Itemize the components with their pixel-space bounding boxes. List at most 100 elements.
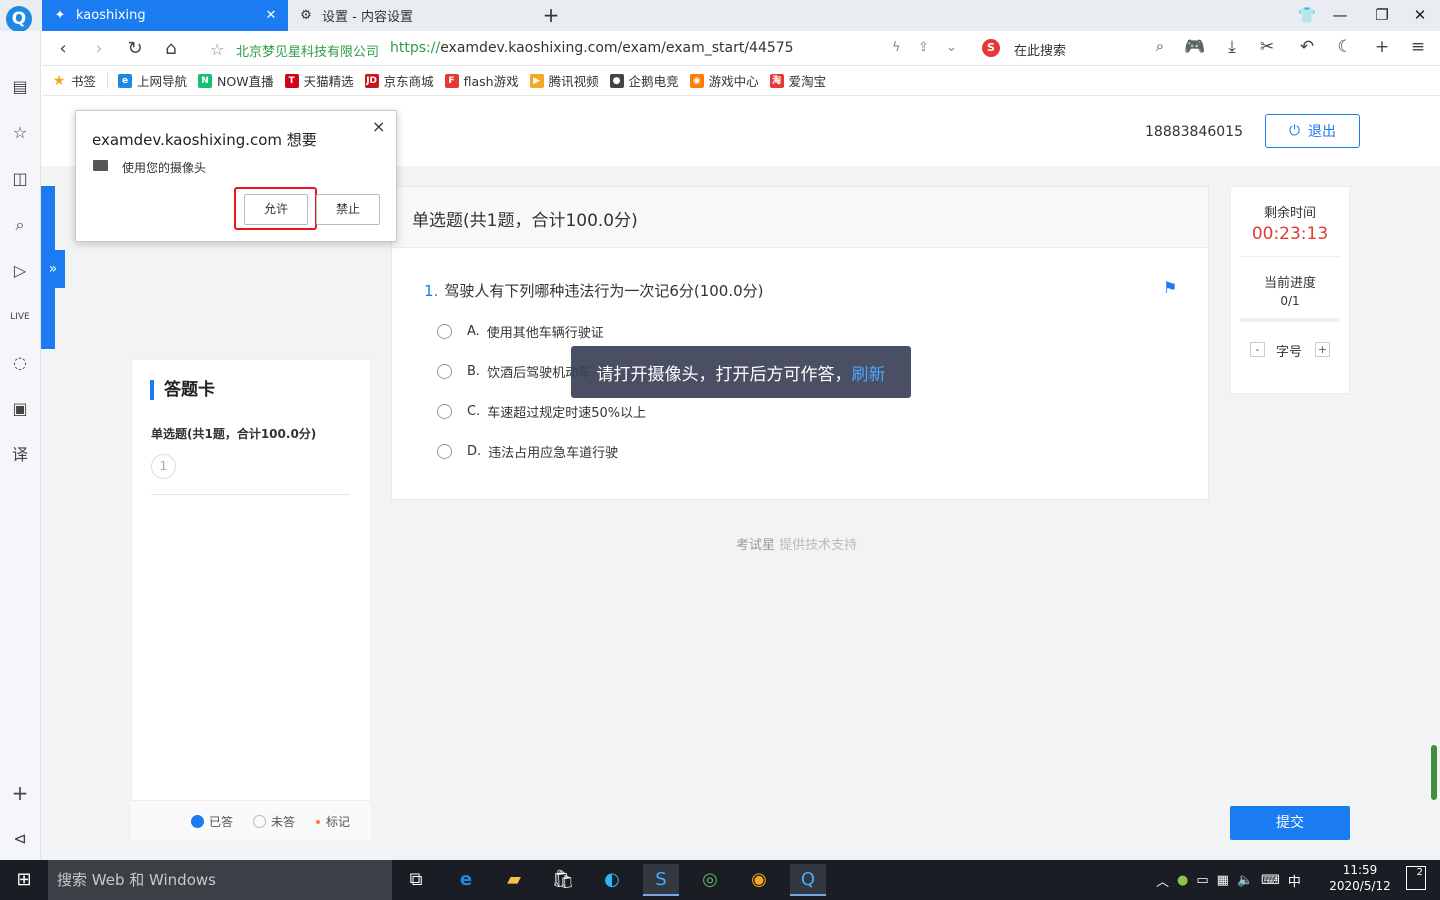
- back-button[interactable]: ‹: [50, 36, 76, 62]
- favorites-icon[interactable]: ☆: [7, 120, 33, 146]
- new-tab-button[interactable]: +: [540, 3, 562, 27]
- chevron-up-icon[interactable]: ︿: [1156, 871, 1169, 890]
- notification-icon[interactable]: 2: [1406, 866, 1426, 890]
- colorful-app-icon[interactable]: ◉: [741, 864, 777, 896]
- browser-logo-icon[interactable]: Q: [6, 6, 32, 32]
- radio-button[interactable]: [437, 404, 452, 419]
- home-button[interactable]: ⌂: [158, 36, 184, 62]
- tray-app-icon[interactable]: ●: [1177, 873, 1188, 888]
- taskbar-search-input[interactable]: 搜索 Web 和 Windows: [48, 860, 392, 900]
- url-scheme: https://: [390, 40, 441, 56]
- expand-panel-icon[interactable]: »: [41, 250, 65, 288]
- question-number-button[interactable]: 1: [151, 454, 176, 479]
- font-increase-button[interactable]: +: [1315, 342, 1330, 357]
- refresh-link[interactable]: 刷新: [852, 360, 886, 385]
- windows-start-icon[interactable]: ⊞: [0, 860, 48, 900]
- answer-card-title: 答题卡: [150, 380, 215, 400]
- search-engine-icon[interactable]: S: [982, 39, 1000, 57]
- download-icon[interactable]: ⤓: [1220, 37, 1244, 57]
- keyboard-icon[interactable]: ⌨: [1261, 873, 1280, 888]
- add-icon[interactable]: +: [1370, 37, 1394, 57]
- store-icon[interactable]: 🛍: [545, 864, 581, 896]
- bookmark-item[interactable]: ★ 书签: [52, 71, 96, 90]
- qq-browser-icon[interactable]: Q: [790, 864, 826, 896]
- close-window-button[interactable]: ✕: [1400, 2, 1440, 28]
- scissors-icon[interactable]: ✂: [1255, 37, 1279, 57]
- chevron-down-icon[interactable]: ⌄: [946, 40, 957, 55]
- video-icon[interactable]: ▷: [7, 258, 33, 284]
- add-icon[interactable]: +: [7, 780, 33, 806]
- bookmark-item[interactable]: T 天猫精选: [284, 71, 354, 90]
- collapse-sidebar-icon[interactable]: ⊲: [7, 826, 33, 852]
- volume-icon[interactable]: 🔈: [1237, 873, 1253, 888]
- printer-icon[interactable]: ▭: [1196, 873, 1208, 888]
- marked-dot-icon: [316, 819, 320, 824]
- restore-button[interactable]: ❐: [1362, 2, 1402, 28]
- share-icon[interactable]: ⇪: [918, 40, 929, 55]
- search-input[interactable]: 在此搜索: [1014, 40, 1066, 59]
- url-field[interactable]: https://examdev.kaoshixing.com/exam/exam…: [390, 40, 794, 56]
- tab-kaoshixing[interactable]: ✦ kaoshixing ✕: [42, 0, 288, 31]
- minimize-button[interactable]: —: [1320, 2, 1360, 28]
- submit-button[interactable]: 提交: [1230, 806, 1350, 840]
- penguin-icon: ●: [609, 73, 624, 88]
- bookmark-item[interactable]: ● 企鹅电竞: [609, 71, 679, 90]
- book-icon[interactable]: ◫: [7, 166, 33, 192]
- chat-icon[interactable]: ◌: [7, 350, 33, 376]
- green-app-icon[interactable]: ◎: [692, 864, 728, 896]
- live-icon[interactable]: LIVE: [7, 304, 33, 330]
- clock-date[interactable]: 2020/5/12: [1322, 879, 1398, 893]
- font-decrease-button[interactable]: -: [1250, 342, 1265, 357]
- answered-dot-icon: [191, 815, 204, 828]
- tab-close-icon[interactable]: ✕: [264, 8, 278, 23]
- legend-unanswered: 未答: [253, 813, 295, 830]
- news-icon[interactable]: ▤: [7, 74, 33, 100]
- option-c[interactable]: C. 车速超过规定时速50%以上: [437, 402, 646, 421]
- close-icon[interactable]: ×: [372, 117, 385, 136]
- bookmark-item[interactable]: ▶ 腾讯视频: [529, 71, 599, 90]
- menu-icon[interactable]: ≡: [1406, 37, 1430, 57]
- deny-button[interactable]: 禁止: [316, 194, 380, 225]
- bookmark-item[interactable]: N NOW直播: [198, 71, 274, 90]
- bookmark-item[interactable]: 淘爱淘宝: [769, 71, 826, 90]
- search-icon[interactable]: ⌕: [7, 212, 33, 238]
- favorite-star-icon[interactable]: ☆: [210, 40, 224, 59]
- radio-button[interactable]: [437, 324, 452, 339]
- scrollbar-thumb[interactable]: [1431, 745, 1437, 800]
- radio-button[interactable]: [437, 364, 452, 379]
- ime-indicator[interactable]: 中: [1288, 871, 1301, 890]
- radio-button[interactable]: [437, 444, 452, 459]
- search-icon[interactable]: ⌕: [1148, 37, 1172, 55]
- edge-icon[interactable]: ◐: [594, 864, 630, 896]
- option-d[interactable]: D. 违法占用应急车道行驶: [437, 442, 618, 461]
- night-mode-icon[interactable]: ☾: [1333, 37, 1357, 57]
- unanswered-dot-icon: [253, 815, 266, 828]
- lightning-icon[interactable]: ϟ: [892, 40, 901, 55]
- logout-button[interactable]: ⏻ 退出: [1265, 114, 1360, 148]
- bookmark-item[interactable]: e 上网导航: [118, 71, 187, 90]
- footer-credit: 考试星 提供技术支持: [736, 538, 858, 553]
- allow-button[interactable]: 允许: [244, 194, 308, 225]
- file-explorer-icon[interactable]: ▰: [496, 864, 532, 896]
- bookmark-item[interactable]: Fflash游戏: [444, 71, 519, 90]
- tab-settings[interactable]: ⚙ 设置 - 内容设置: [288, 0, 534, 31]
- network-icon[interactable]: ▦: [1217, 873, 1229, 888]
- mark-question-icon[interactable]: ⚑: [1163, 278, 1177, 297]
- edge-legacy-icon[interactable]: e: [448, 864, 484, 896]
- sogou-icon[interactable]: S: [643, 864, 679, 896]
- tmall-icon: T: [284, 73, 299, 88]
- option-a[interactable]: A. 使用其他车辆行驶证: [437, 322, 604, 341]
- forward-button[interactable]: ›: [86, 36, 112, 62]
- undo-close-icon[interactable]: ↶: [1295, 37, 1319, 57]
- gamepad-icon[interactable]: 🎮: [1183, 37, 1207, 57]
- bookmark-item[interactable]: ◉ 游戏中心: [689, 71, 759, 90]
- jd-icon: JD: [364, 73, 379, 88]
- bookmark-item[interactable]: JD 京东商城: [364, 71, 434, 90]
- briefcase-icon[interactable]: ▣: [7, 396, 33, 422]
- reload-button[interactable]: ↻: [122, 36, 148, 62]
- translate-icon[interactable]: 译: [7, 442, 33, 468]
- option-b[interactable]: B. 饮酒后驾驶机动车: [437, 362, 591, 381]
- task-view-icon[interactable]: ⧉: [398, 864, 434, 896]
- flash-icon: F: [444, 73, 459, 88]
- clock-time[interactable]: 11:59: [1330, 863, 1390, 877]
